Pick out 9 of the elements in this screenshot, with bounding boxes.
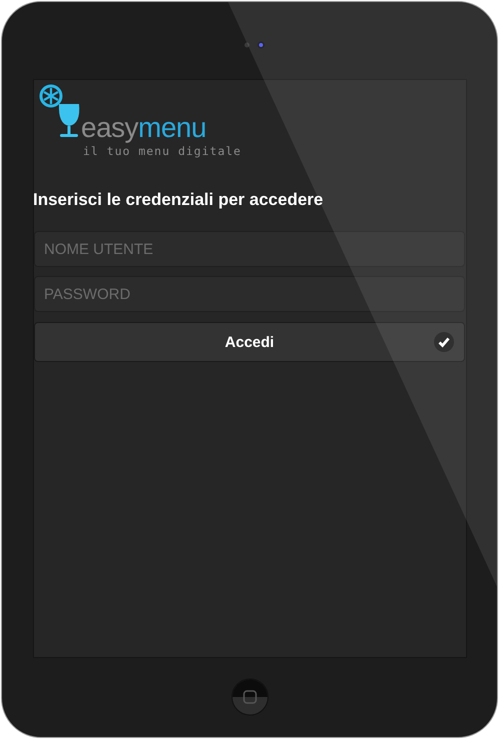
input-field[interactable]: PASSWORD — [34, 276, 465, 312]
logo-wordmark: easymenu — [81, 114, 208, 142]
checkmark-icon — [434, 332, 454, 352]
login-heading: Inserisci le credenziali per accedere — [33, 190, 324, 210]
login-button[interactable]: Accedi — [34, 322, 465, 362]
camera-icon — [242, 41, 266, 49]
logo-tagline: il tuo menu digitale — [83, 144, 242, 158]
home-button-icon[interactable] — [230, 678, 268, 716]
input-field[interactable]: NOME UTENTE — [34, 231, 465, 267]
